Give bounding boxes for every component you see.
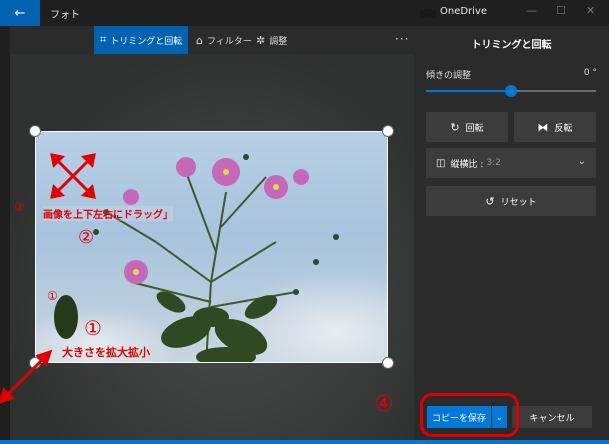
annotation-drag-text: 画像を上下左右にドラッグ」	[43, 206, 173, 221]
annotation-resize-text: 大きさを拡大拡小	[62, 346, 150, 359]
annotation-side-number-1: ①	[47, 289, 58, 303]
annotation-side-number-2: ②	[14, 200, 25, 214]
annotation-arrows	[0, 153, 96, 404]
annotation-number-1: ①	[84, 316, 102, 340]
annotation-number-2: ②	[78, 227, 95, 248]
accent-bottom-line	[0, 440, 609, 444]
